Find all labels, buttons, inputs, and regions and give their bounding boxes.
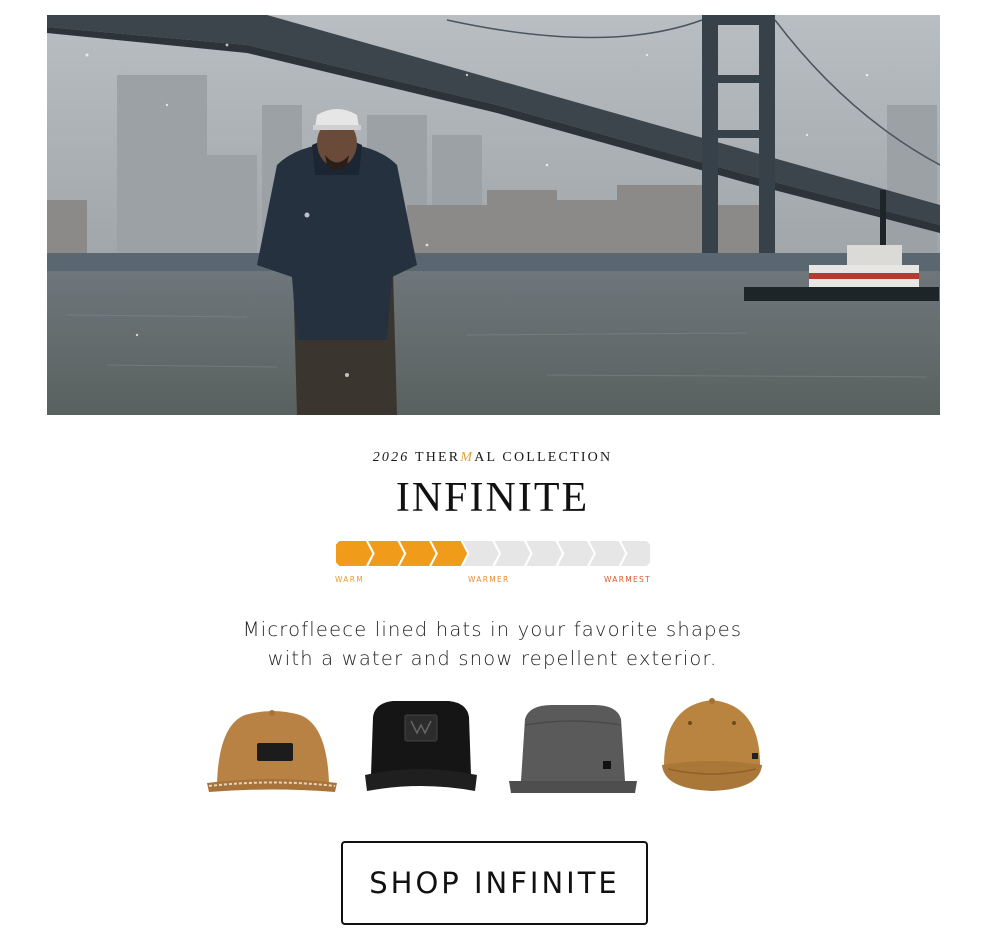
collection-name-accent: M bbox=[460, 450, 475, 465]
hat-row bbox=[0, 695, 985, 800]
description-line-1: Microfleece lined hats in your favorite … bbox=[242, 618, 743, 641]
grey-flatbrim-hat-icon[interactable] bbox=[507, 695, 639, 800]
meter-label-warmer: WARMER bbox=[468, 575, 510, 584]
collection-year: 2026 bbox=[372, 450, 410, 465]
collection-title: INFINITE bbox=[395, 475, 590, 521]
hero-image[interactable] bbox=[47, 15, 940, 415]
meter-label-warmest: WARMEST bbox=[604, 575, 651, 584]
warmth-meter bbox=[335, 540, 651, 567]
meter-label-warm: WARM bbox=[335, 575, 365, 584]
tan-rope-snapback-hat-icon[interactable] bbox=[205, 695, 339, 800]
collection-eyebrow: 2026 THERMAL COLLECTION bbox=[0, 450, 985, 466]
tan-curved-brim-hat-icon[interactable] bbox=[660, 695, 764, 800]
collection-name-before: THER bbox=[414, 450, 461, 465]
collection-description: Microfleece lined hats in your favorite … bbox=[0, 615, 985, 673]
shop-infinite-button[interactable]: SHOP INFINITE bbox=[341, 841, 648, 925]
warmth-meter-labels: WARM WARMER WARMEST bbox=[335, 575, 651, 585]
collection-name-after: AL COLLECTION bbox=[474, 450, 613, 465]
black-trucker-hat-icon[interactable] bbox=[363, 695, 479, 800]
description-line-2: with a water and snow repellent exterior… bbox=[267, 647, 718, 670]
